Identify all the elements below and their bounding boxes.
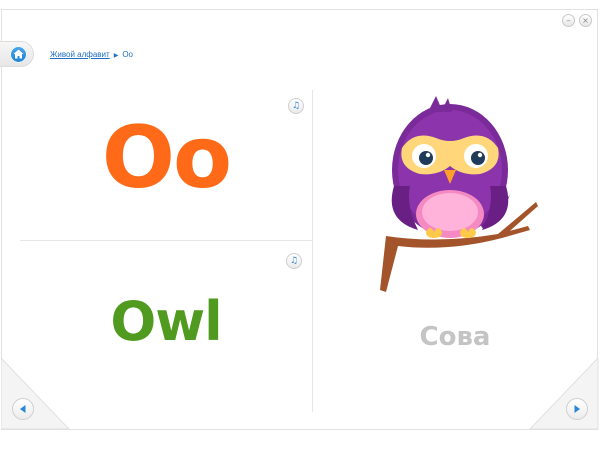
home-icon — [13, 49, 24, 59]
breadcrumb-current: Оо — [122, 50, 133, 59]
prev-corner-decoration — [1, 358, 71, 430]
translation-text: Сова — [419, 322, 491, 352]
speaker-music-icon: ♫ — [289, 256, 299, 266]
breadcrumb-root-link[interactable]: Живой алфавит — [50, 50, 110, 59]
close-icon: × — [582, 16, 589, 25]
home-tab — [0, 41, 34, 67]
arrow-left-icon — [20, 405, 26, 413]
word-display: Owl — [110, 290, 222, 353]
breadcrumb: Живой алфавит ▶ Оо — [50, 50, 133, 59]
close-button[interactable]: × — [579, 14, 592, 27]
minimize-icon: – — [566, 16, 571, 25]
owl-illustration — [380, 96, 538, 292]
word-sound-button[interactable]: ♫ — [286, 253, 302, 269]
home-button[interactable] — [10, 46, 27, 63]
arrow-right-icon — [574, 405, 580, 413]
horizontal-divider — [20, 240, 312, 241]
prev-button[interactable] — [12, 398, 34, 420]
breadcrumb-separator-icon: ▶ — [113, 53, 119, 59]
vertical-divider — [312, 90, 313, 412]
next-corner-decoration — [529, 358, 599, 430]
minimize-button[interactable]: – — [562, 14, 575, 27]
next-button[interactable] — [566, 398, 588, 420]
letter-display: Oo — [101, 108, 232, 208]
